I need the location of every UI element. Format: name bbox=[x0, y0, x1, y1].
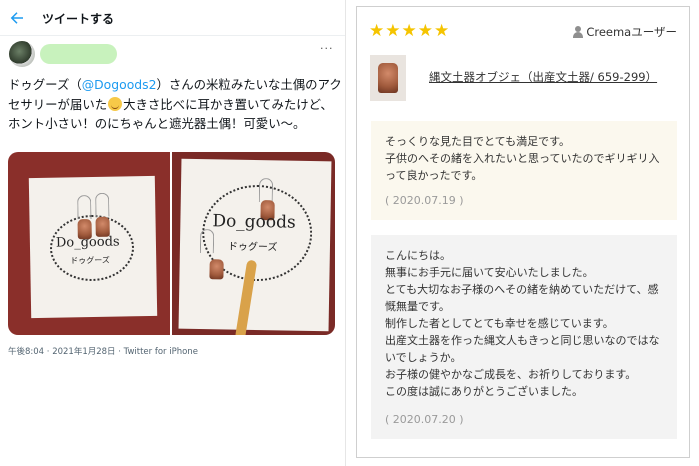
reviewer-name: Creemaユーザー bbox=[586, 25, 677, 39]
buyer-comment: そっくりな見た目でとても満足です。 子供のへその緒を入れたいと思っていたのでギリ… bbox=[371, 121, 677, 220]
back-arrow-icon[interactable] bbox=[8, 9, 26, 27]
dogu-earring bbox=[209, 259, 224, 280]
product-thumbnail[interactable] bbox=[370, 55, 406, 101]
buyer-comment-text: そっくりな見た目でとても満足です。 子供のへその緒を入れたいと思っていたのでギリ… bbox=[385, 135, 660, 182]
earring-hook bbox=[258, 178, 274, 203]
earring-hook bbox=[95, 192, 110, 217]
tweet-panel: ツイートする ··· ドゥグーズ（@Dogoods2）さんの米粒みたいな土偶のア… bbox=[0, 0, 345, 466]
buyer-comment-date: ( 2020.07.19 ) bbox=[385, 194, 464, 207]
reviewer: Creemaユーザー bbox=[573, 24, 677, 40]
divider bbox=[345, 0, 346, 466]
seller-reply-date: ( 2020.07.20 ) bbox=[385, 413, 464, 426]
star-rating: ★★★★★ bbox=[369, 21, 450, 41]
star-icon: ★ bbox=[434, 21, 451, 41]
dogu-figure bbox=[378, 63, 398, 93]
earring-hook bbox=[77, 195, 92, 220]
seller-reply: こんにちは。 無事にお手元に届いて安心いたしました。 とても大切なお子様のへその… bbox=[371, 235, 677, 439]
photo-brand-subtext: ドゥグーズ bbox=[70, 255, 110, 266]
smiling-emoji-icon bbox=[108, 96, 123, 111]
product-title-link[interactable]: 縄文土器オブジェ（出産文土器/ 659-299） bbox=[429, 69, 657, 85]
photo-brand-text: Do_goods bbox=[212, 211, 296, 233]
user-name-redacted[interactable] bbox=[40, 44, 117, 64]
tweet-timestamp[interactable]: 午後8:04 · 2021年1月28日 · Twitter for iPhone bbox=[8, 345, 198, 357]
mention-link[interactable]: @Dogoods2 bbox=[82, 77, 157, 92]
review-card: ★★★★★ Creemaユーザー 縄文土器オブジェ（出産文土器/ 659-299… bbox=[356, 6, 690, 458]
user-icon bbox=[573, 26, 584, 38]
tweet-text-part: ドゥグーズ（ bbox=[8, 77, 82, 92]
star-icon: ★ bbox=[417, 21, 434, 41]
avatar[interactable] bbox=[9, 41, 35, 67]
tweet-photo-2[interactable]: Do_goods ドゥグーズ bbox=[172, 152, 335, 335]
photo-brand-text: Do_goods bbox=[55, 234, 120, 251]
tweet-header: ツイートする bbox=[0, 0, 345, 36]
more-icon[interactable]: ··· bbox=[320, 42, 334, 55]
earring-hook bbox=[199, 229, 215, 254]
tweet-text: ドゥグーズ（@Dogoods2）さんの米粒みたいな土偶のアクセサリーが届いた 大き… bbox=[8, 75, 342, 134]
page-title: ツイートする bbox=[42, 12, 115, 26]
tweet-photo-1[interactable]: Do_goods ドゥグーズ bbox=[8, 152, 170, 335]
star-icon: ★ bbox=[369, 21, 386, 41]
product-card: Do_goods ドゥグーズ bbox=[28, 175, 158, 319]
star-icon: ★ bbox=[385, 21, 402, 41]
seller-reply-text: こんにちは。 無事にお手元に届いて安心いたしました。 とても大切なお子様のへその… bbox=[385, 249, 660, 398]
product-card: Do_goods ドゥグーズ bbox=[178, 158, 332, 335]
star-icon: ★ bbox=[401, 21, 418, 41]
photo-brand-subtext: ドゥグーズ bbox=[227, 241, 278, 254]
